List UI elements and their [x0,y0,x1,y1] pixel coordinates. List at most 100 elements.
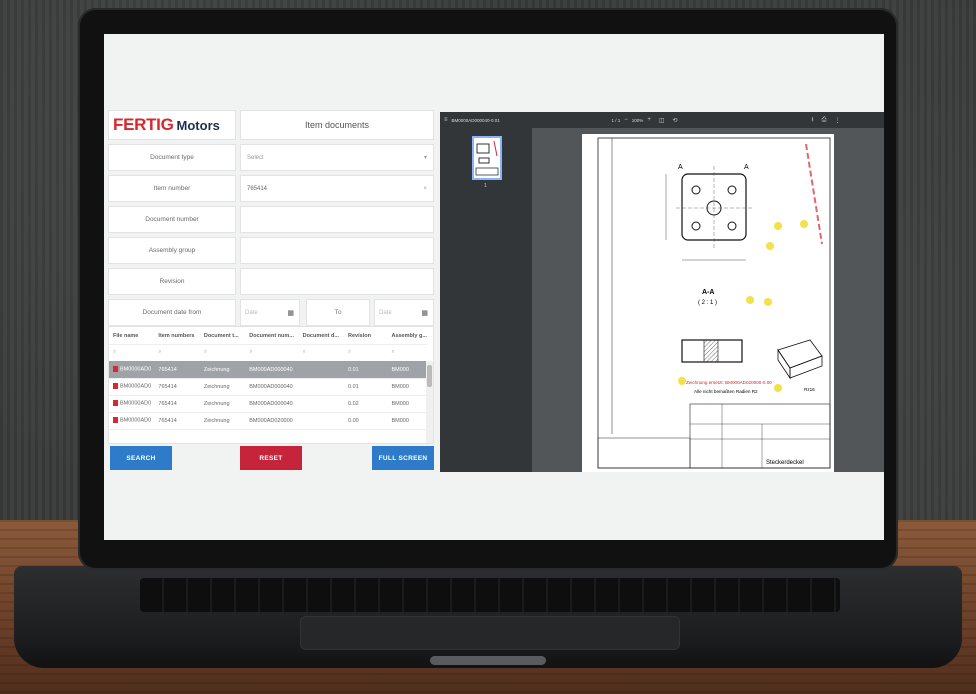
calendar-icon[interactable]: ▦ [421,309,428,317]
revision-input[interactable] [240,268,434,295]
brand-logo: FERTIG Motors [108,110,236,140]
section-mark-a: A [678,164,683,171]
cell-item-number: 765414 [158,417,177,424]
document-type-label: Document type [108,144,236,171]
cell-revision: 0.02 [348,400,359,407]
assembly-group-input[interactable] [240,237,434,264]
column-header[interactable]: Document num... [249,333,302,339]
date-to-label: To [306,299,370,326]
viewer-file-title: BM0000AD000040-0.01 [451,117,500,123]
column-header[interactable]: Document d... [303,333,348,339]
cell-assembly-group: BM000 [391,366,409,373]
title-block-name: Steckerdeckel [766,460,804,466]
chevron-down-icon: ▾ [423,155,427,161]
pdf-file-icon [113,366,118,373]
reset-button[interactable]: RESET [240,446,302,470]
logo-primary: FERTIG [113,115,174,134]
date-from-placeholder: Date [245,309,258,316]
cell-item-number: 765414 [158,383,177,390]
date-from-input[interactable]: Date ▦ [240,299,300,326]
zoom-in-icon[interactable]: + [647,117,651,123]
laptop-screen: FERTIG Motors Item documents Document ty… [104,34,884,540]
cell-item-number: 765414 [158,400,177,407]
column-header[interactable]: Revision [348,333,391,339]
cell-revision: 0.00 [348,417,359,424]
table-row[interactable]: BM0000AD0 765414 Zeichnung BM000AD000040… [109,361,427,379]
column-header[interactable]: Assembly g... [391,333,427,339]
cell-assembly-group: BM000 [391,400,409,407]
download-icon[interactable]: ⭳ [812,115,814,125]
table-row[interactable]: BM0000AD0 765414 Zeichnung BM000AD000040… [109,378,427,396]
thumbnail-page-number: 1 [484,183,487,189]
cell-file-name: BM0000AD0 [120,366,152,373]
thumbnail-drawing [475,140,499,176]
date-to-input[interactable]: Date ▦ [374,299,434,326]
cell-document-type: Zeichnung [203,383,230,390]
rotate-icon[interactable]: ⟲ [673,117,678,124]
laptop-keyboard [140,578,840,612]
zoom-level[interactable]: 100% [632,118,644,123]
pdf-viewer: ≡ BM0000AD000040-0.01 1 / 1 − 100% + ◫ ⟲… [440,112,884,472]
revision-label: Revision [108,268,236,295]
item-number-select[interactable]: 765414 × [240,175,434,202]
section-scale: ( 2 : 1 ) [698,300,717,306]
table-header: File name Item numbers Document t... Doc… [109,327,427,345]
cell-document-number: BM000AD000040 [249,400,293,407]
filter-search-icon[interactable]: ⌕ [249,349,302,356]
column-header[interactable]: Document t... [204,333,249,339]
cell-document-type: Zeichnung [203,366,230,373]
logo-secondary: Motors [176,117,220,133]
cell-document-number: BM000AD000040 [249,366,293,373]
results-table: File name Item numbers Document t... Doc… [108,326,434,444]
cell-assembly-group: BM000 [391,417,409,424]
section-label: A-A [702,289,714,296]
cell-document-number: BM000AD020000 [249,417,293,424]
document-number-input[interactable] [240,206,434,233]
menu-icon[interactable]: ≡ [444,117,448,123]
more-icon[interactable]: ⋮ [834,117,840,124]
item-number-value: 765414 [247,185,268,192]
filter-search-icon[interactable]: ⌕ [348,349,391,356]
cell-document-type: Zeichnung [203,417,230,424]
page-thumbnail[interactable] [472,136,502,180]
viewer-toolbar: ≡ BM0000AD000040-0.01 1 / 1 − 100% + ◫ ⟲… [440,112,884,128]
column-header[interactable]: File name [109,333,158,339]
filter-search-icon[interactable]: ⌕ [158,349,203,356]
filter-search-icon[interactable]: ⌕ [109,349,158,356]
drawing-page: A A A-A ( 2 : 1 ) Zeichnung ersetzt: BM0… [582,134,834,472]
laptop-hinge-notch [430,656,546,665]
scrollbar-thumb[interactable] [427,365,432,387]
zoom-out-icon[interactable]: − [624,117,628,123]
date-from-label: Document date from [108,299,236,326]
filter-search-icon[interactable]: ⌕ [391,349,427,356]
panel-title: Item documents [240,110,434,140]
clear-icon[interactable]: × [423,186,427,192]
filter-search-icon[interactable]: ⌕ [303,349,348,356]
search-button[interactable]: SEARCH [110,446,172,470]
pdf-file-icon [113,417,118,424]
document-app: FERTIG Motors Item documents Document ty… [104,34,884,540]
column-header[interactable]: Item numbers [158,333,203,339]
fit-page-icon[interactable]: ◫ [659,117,665,124]
cell-file-name: BM0000AD0 [120,400,152,407]
table-scrollbar[interactable] [426,361,433,443]
cell-document-number: BM000AD000040 [249,383,293,390]
assembly-group-label: Assembly group [108,237,236,264]
thumbnail-sidebar: 1 [440,128,532,472]
cell-revision: 0.01 [348,366,359,373]
document-number-label: Document number [108,206,236,233]
full-screen-button[interactable]: FULL SCREEN [372,446,434,470]
calendar-icon[interactable]: ▦ [287,309,294,317]
filter-search-icon[interactable]: ⌕ [204,349,249,356]
table-row[interactable]: BM0000AD0 765414 Zeichnung BM000AD020000… [109,412,427,430]
cell-assembly-group: BM000 [391,383,409,390]
table-row[interactable]: BM0000AD0 765414 Zeichnung BM000AD000040… [109,395,427,413]
page-indicator[interactable]: 1 / 1 [612,118,621,123]
pdf-file-icon [113,400,118,407]
cell-file-name: BM0000AD0 [120,383,152,390]
print-icon[interactable]: ⎙ [822,117,827,124]
laptop-trackpad [300,616,680,650]
document-type-value: Select [247,154,264,161]
document-type-select[interactable]: Select ▾ [240,144,434,171]
cell-file-name: BM0000AD0 [120,417,152,424]
